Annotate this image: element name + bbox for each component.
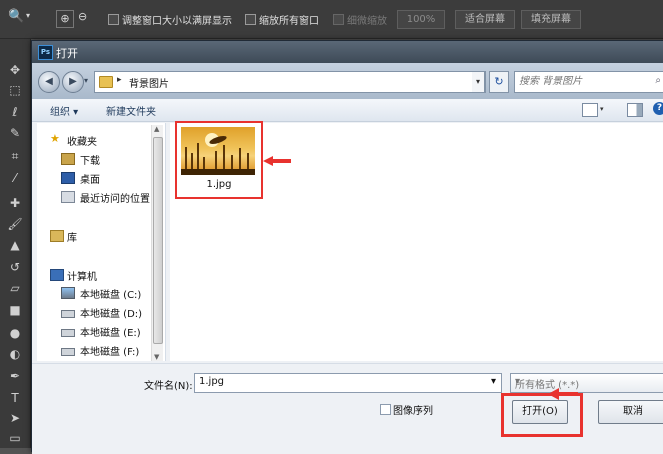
search-input[interactable]	[515, 72, 649, 90]
type-tool-icon[interactable]: T	[5, 389, 25, 407]
eraser-tool-icon[interactable]: ▱	[5, 279, 25, 297]
filetype-select[interactable]: 所有格式 (*.*) ▾	[510, 373, 663, 393]
healing-brush-tool-icon[interactable]: ✚	[5, 194, 25, 212]
folder-icon	[99, 76, 113, 88]
annotation-arrow-icon	[263, 156, 291, 166]
navigation-scrollbar[interactable]: ▲ ▼	[151, 125, 163, 361]
organize-menu[interactable]: 组织 ▾	[50, 103, 78, 118]
download-icon	[61, 153, 75, 165]
filename-value: 1.jpg	[199, 376, 225, 387]
zoom-all-windows-label: 缩放所有窗口	[259, 16, 319, 27]
lasso-tool-icon[interactable]: ℓ	[5, 103, 25, 121]
scroll-up-icon[interactable]: ▲	[154, 125, 159, 133]
computer-icon	[50, 269, 64, 281]
zoom-out-icon[interactable]: ⊖	[78, 10, 87, 23]
resize-windows-label: 调整窗口大小以满屏显示	[122, 16, 232, 27]
crop-tool-icon[interactable]: ⌗	[5, 147, 25, 165]
search-box[interactable]: ⌕	[514, 71, 663, 93]
quick-selection-tool-icon[interactable]: ✎	[5, 124, 25, 142]
file-item-1-jpg[interactable]: 1.jpg	[175, 121, 263, 199]
image-thumbnail	[181, 127, 255, 175]
ground-shape	[181, 169, 255, 175]
back-button[interactable]: ◀	[38, 71, 60, 93]
nav-drive-c[interactable]: 本地磁盘 (C:)	[80, 286, 141, 301]
breadcrumb-folder[interactable]: 背景图片	[129, 75, 169, 90]
nav-downloads[interactable]: 下载	[80, 152, 100, 167]
drive-icon	[61, 310, 75, 318]
nav-drive-e[interactable]: 本地磁盘 (E:)	[80, 324, 141, 339]
nav-computer[interactable]: 计算机	[67, 268, 97, 283]
shape-tool-icon[interactable]: ▭	[5, 429, 25, 447]
fit-screen-button[interactable]: 适合屏幕	[455, 10, 515, 29]
favorites-star-icon: ★	[50, 132, 60, 145]
nav-recent-places[interactable]: 最近访问的位置	[80, 190, 150, 205]
filetype-dropdown-icon[interactable]: ▾	[515, 376, 663, 387]
filename-input[interactable]: 1.jpg ▾	[194, 373, 502, 393]
address-bar[interactable]: ▸ 背景图片	[94, 71, 486, 93]
scroll-down-icon[interactable]: ▼	[154, 353, 159, 361]
scrollbar-thumb[interactable]	[153, 137, 163, 344]
tool-preset-dropdown-icon[interactable]: ▾	[26, 11, 30, 20]
zoom-100-button[interactable]: 100%	[397, 10, 445, 29]
path-selection-tool-icon[interactable]: ➤	[5, 409, 25, 427]
history-brush-tool-icon[interactable]: ↺	[5, 258, 25, 276]
zoom-tool-icon[interactable]: 🔍	[8, 9, 24, 24]
filename-label: 文件名(N):	[144, 381, 193, 392]
help-icon[interactable]: ?	[653, 102, 663, 115]
blur-tool-icon[interactable]: ●	[5, 324, 25, 342]
nav-drive-d[interactable]: 本地磁盘 (D:)	[80, 305, 142, 320]
resize-windows-checkbox[interactable]	[108, 14, 119, 25]
eyedropper-tool-icon[interactable]: ⁄	[5, 169, 25, 187]
photoshop-tools-panel: ✥ ⬚ ℓ ✎ ⌗ ⁄ ✚ 🖌 ▲ ↺ ▱ ■ ● ◐ ✒ T ➤ ▭	[0, 39, 31, 448]
drive-icon	[61, 348, 75, 356]
annotation-arrow-icon	[548, 388, 578, 400]
cancel-button[interactable]: 取消	[598, 400, 663, 424]
nav-libraries[interactable]: 库	[67, 229, 77, 244]
fill-screen-button[interactable]: 填充屏幕	[521, 10, 581, 29]
nav-desktop[interactable]: 桌面	[80, 171, 100, 186]
gradient-tool-icon[interactable]: ■	[5, 301, 25, 319]
change-view-icon[interactable]	[582, 103, 598, 117]
navigation-pane: ★ 收藏夹 下载 桌面 最近访问的位置 库 计算机 本地磁盘 (C:) 本地磁盘…	[37, 123, 166, 361]
recent-places-icon	[61, 191, 75, 203]
open-button[interactable]: 打开(O)	[512, 400, 568, 424]
nav-drive-f[interactable]: 本地磁盘 (F:)	[80, 343, 139, 358]
search-icon[interactable]: ⌕	[655, 75, 661, 86]
image-sequence-checkbox[interactable]	[380, 404, 391, 415]
dodge-tool-icon[interactable]: ◐	[5, 345, 25, 363]
file-name-label: 1.jpg	[206, 179, 232, 190]
desktop-icon	[61, 172, 75, 184]
libraries-icon	[50, 230, 64, 242]
address-dropdown-icon[interactable]: ▾	[472, 71, 485, 93]
brush-tool-icon[interactable]: 🖌	[5, 215, 25, 233]
refresh-icon[interactable]: ↻	[489, 71, 509, 93]
view-dropdown-icon[interactable]: ▾	[600, 105, 604, 113]
clone-stamp-tool-icon[interactable]: ▲	[5, 236, 25, 254]
marquee-tool-icon[interactable]: ⬚	[5, 81, 25, 99]
dialog-title: 打开	[56, 47, 78, 60]
recent-pages-dropdown-icon[interactable]: ▾	[84, 76, 88, 85]
drive-icon	[61, 287, 75, 299]
dialog-titlebar[interactable]: Ps 打开	[32, 41, 663, 63]
breadcrumb-chevron-icon[interactable]: ▸	[117, 75, 122, 85]
photoshop-options-bar: 🔍 ▾ ⊕ ⊖ 调整窗口大小以满屏显示 缩放所有窗口 细微缩放 100% 适合屏…	[0, 0, 663, 39]
photoshop-logo-icon: Ps	[38, 45, 53, 60]
forward-button[interactable]: ▶	[62, 71, 84, 93]
zoom-all-windows-checkbox[interactable]	[245, 14, 256, 25]
nav-favorites[interactable]: 收藏夹	[67, 133, 97, 148]
drive-icon	[61, 329, 75, 337]
scrubby-zoom-label: 细微缩放	[347, 16, 387, 27]
address-row: ◀ ▶ ▾ ▸ 背景图片 ▾ ↻ ⌕	[32, 63, 663, 99]
dialog-footer: 文件名(N): 1.jpg ▾ 所有格式 (*.*) ▾ 图像序列 打开(O) …	[32, 363, 663, 454]
image-sequence-label: 图像序列	[393, 406, 433, 417]
zoom-in-icon[interactable]: ⊕	[56, 10, 74, 28]
move-tool-icon[interactable]: ✥	[5, 61, 25, 79]
filename-dropdown-icon[interactable]: ▾	[491, 376, 496, 387]
command-bar: 组织 ▾ 新建文件夹 ▾ ?	[32, 99, 663, 122]
scrubby-zoom-checkbox[interactable]	[333, 14, 344, 25]
pen-tool-icon[interactable]: ✒	[5, 367, 25, 385]
new-folder-button[interactable]: 新建文件夹	[106, 103, 156, 118]
preview-pane-icon[interactable]	[627, 103, 643, 117]
